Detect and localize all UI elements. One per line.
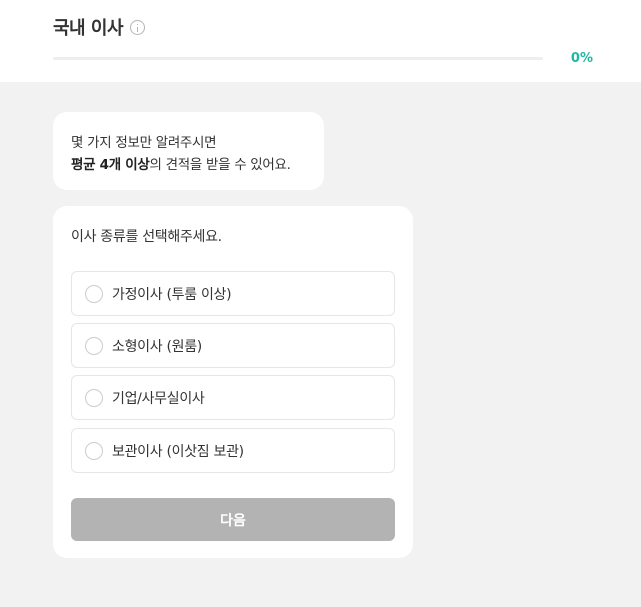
info-icon[interactable]: [130, 19, 146, 35]
option-label: 소형이사 (원룸): [112, 338, 202, 355]
title-row: 국내 이사: [53, 14, 146, 40]
intro-line-2: 평균 4개 이상의 견적을 받을 수 있어요.: [71, 154, 324, 176]
radio-button[interactable]: [85, 336, 103, 355]
option-small-move[interactable]: 소형이사 (원룸): [71, 323, 395, 368]
intro-line-2-rest: 의 견적을 받을 수 있어요.: [149, 157, 291, 173]
intro-highlight: 평균 4개 이상: [71, 157, 150, 173]
option-label: 보관이사 (이삿짐 보관): [112, 443, 244, 460]
radio-button[interactable]: [85, 388, 103, 407]
question-text: 이사 종류를 선택해주세요.: [71, 229, 222, 245]
radio-button[interactable]: [85, 441, 103, 460]
header: 국내 이사 0%: [0, 0, 641, 82]
next-button[interactable]: 다음: [71, 498, 395, 541]
option-label: 가정이사 (투룸 이상): [112, 286, 232, 303]
option-storage-move[interactable]: 보관이사 (이삿짐 보관): [71, 428, 395, 473]
radio-button[interactable]: [85, 284, 103, 303]
option-home-move[interactable]: 가정이사 (투룸 이상): [71, 271, 395, 316]
question-card: 이사 종류를 선택해주세요. 가정이사 (투룸 이상) 소형이사 (원룸) 기업…: [53, 206, 413, 558]
option-label: 기업/사무실이사: [112, 390, 205, 407]
option-office-move[interactable]: 기업/사무실이사: [71, 375, 395, 420]
intro-message: 몇 가지 정보만 알려주시면 평균 4개 이상의 견적을 받을 수 있어요.: [53, 112, 324, 190]
progress-percent: 0%: [570, 51, 593, 66]
intro-line-1: 몇 가지 정보만 알려주시면: [71, 135, 217, 151]
page-title: 국내 이사: [53, 18, 124, 39]
progress-bar: [53, 57, 543, 60]
